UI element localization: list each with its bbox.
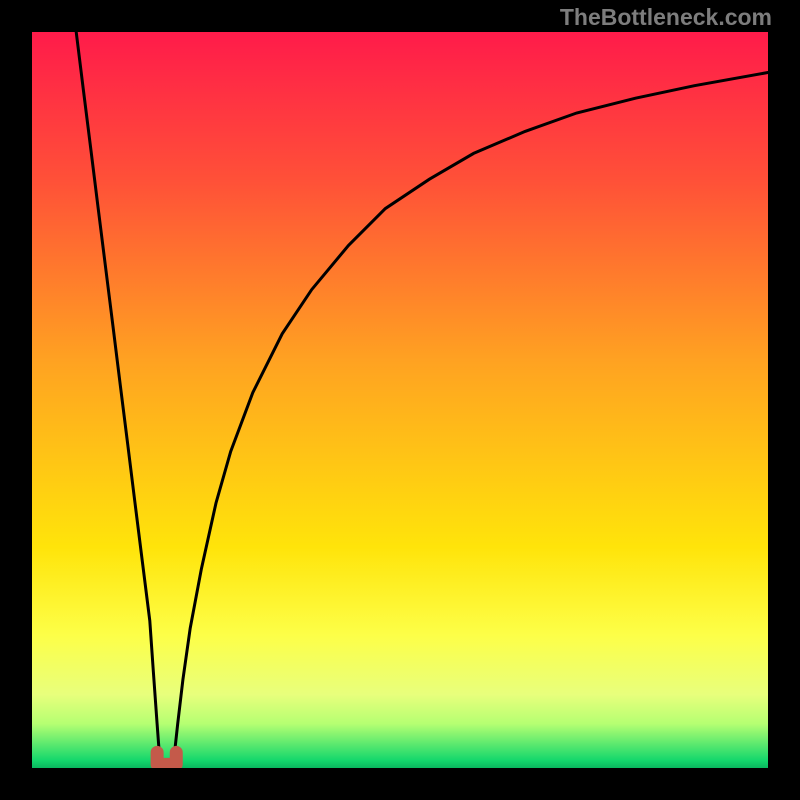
plot-area	[32, 32, 768, 768]
gradient-background	[32, 32, 768, 768]
attribution-text: TheBottleneck.com	[560, 4, 772, 31]
chart-frame: { "attribution": "TheBottleneck.com", "c…	[0, 0, 800, 800]
plot-svg	[32, 32, 768, 768]
